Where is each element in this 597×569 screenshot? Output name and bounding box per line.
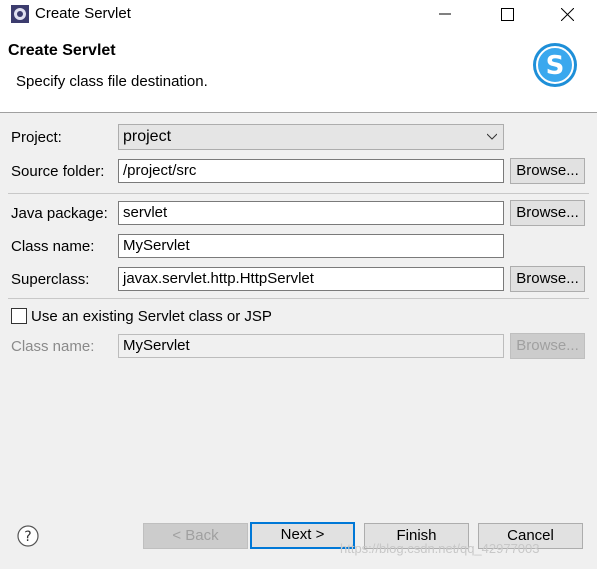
separator [8, 193, 589, 194]
project-dropdown[interactable]: project [118, 124, 504, 150]
use-existing-checkbox[interactable] [11, 308, 27, 324]
eclipse-gear-icon [11, 5, 29, 23]
close-icon [560, 7, 574, 21]
project-label: Project: [11, 129, 62, 146]
superclass-browse-button[interactable]: Browse... [510, 266, 585, 292]
header-banner [0, 28, 597, 113]
help-glyph: ? [24, 529, 31, 545]
chevron-down-icon [487, 133, 497, 140]
watermark: https://blog.csdn.net/qq_42977003 [340, 541, 540, 556]
source-folder-label: Source folder: [11, 163, 105, 180]
existing-class-name-label: Class name: [11, 338, 95, 355]
existing-class-name-input: MyServlet [118, 334, 504, 358]
java-package-browse-button[interactable]: Browse... [510, 200, 585, 226]
minimize-button[interactable] [422, 0, 468, 28]
java-package-label: Java package: [11, 205, 108, 222]
source-folder-browse-button[interactable]: Browse... [510, 158, 585, 184]
maximize-button[interactable] [484, 0, 530, 28]
window-title: Create Servlet [35, 5, 131, 22]
servlet-logo-icon: S [533, 43, 577, 87]
class-name-label: Class name: [11, 238, 95, 255]
servlet-logo-letter: S [546, 51, 565, 81]
java-package-input[interactable]: servlet [118, 201, 504, 225]
banner-title: Create Servlet [8, 42, 116, 59]
use-existing-label[interactable]: Use an existing Servlet class or JSP [31, 308, 272, 325]
separator [8, 298, 589, 299]
existing-class-browse-button: Browse... [510, 333, 585, 359]
source-folder-input[interactable]: /project/src [118, 159, 504, 183]
superclass-label: Superclass: [11, 271, 90, 288]
minimize-icon [439, 13, 451, 15]
maximize-icon [500, 7, 514, 21]
close-button[interactable] [544, 0, 590, 28]
help-icon[interactable]: ? [17, 525, 39, 547]
superclass-input[interactable]: javax.servlet.http.HttpServlet [118, 267, 504, 291]
back-button: < Back [143, 523, 248, 549]
banner-description: Specify class file destination. [16, 73, 208, 90]
project-value: project [123, 128, 172, 145]
class-name-input[interactable]: MyServlet [118, 234, 504, 258]
